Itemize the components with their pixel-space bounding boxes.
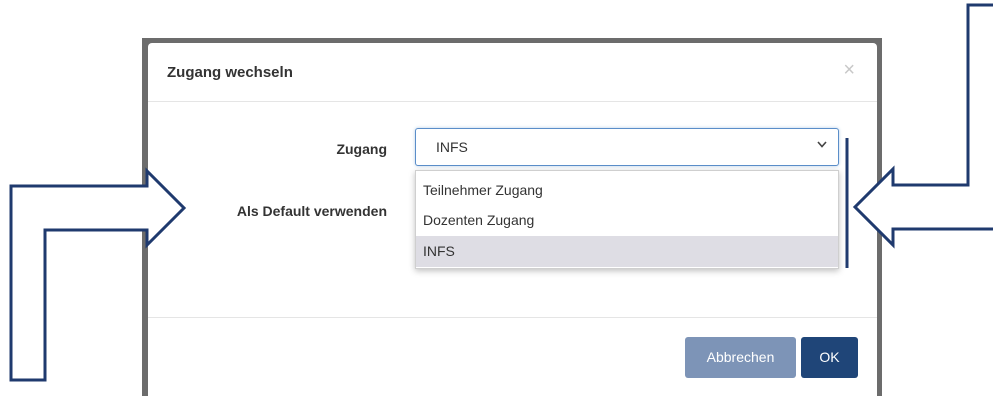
- zugang-dropdown-list: Teilnehmer Zugang Dozenten Zugang INFS: [415, 170, 839, 269]
- dropdown-option-teilnehmer[interactable]: Teilnehmer Zugang: [416, 175, 838, 206]
- chevron-down-icon: [816, 137, 828, 153]
- zugang-label: Zugang: [336, 141, 387, 157]
- close-icon[interactable]: ×: [843, 60, 855, 80]
- ok-button[interactable]: OK: [801, 337, 858, 378]
- zugang-select[interactable]: INFS: [415, 128, 839, 166]
- dialog-footer: Abbrechen OK: [148, 317, 877, 396]
- default-label: Als Default verwenden: [236, 203, 387, 219]
- cancel-button[interactable]: Abbrechen: [685, 337, 796, 378]
- dropdown-option-dozenten[interactable]: Dozenten Zugang: [416, 205, 838, 236]
- dialog-title: Zugang wechseln: [167, 64, 293, 81]
- screenshot-stage: Zugang wechseln × Zugang Als Default ver…: [0, 0, 993, 396]
- zugang-select-value: INFS: [436, 139, 468, 155]
- zugang-dialog: Zugang wechseln × Zugang Als Default ver…: [148, 43, 877, 396]
- dialog-header: Zugang wechseln ×: [148, 43, 877, 102]
- chevron-down-icon-svg: [817, 141, 827, 148]
- dropdown-option-infs[interactable]: INFS: [416, 236, 838, 267]
